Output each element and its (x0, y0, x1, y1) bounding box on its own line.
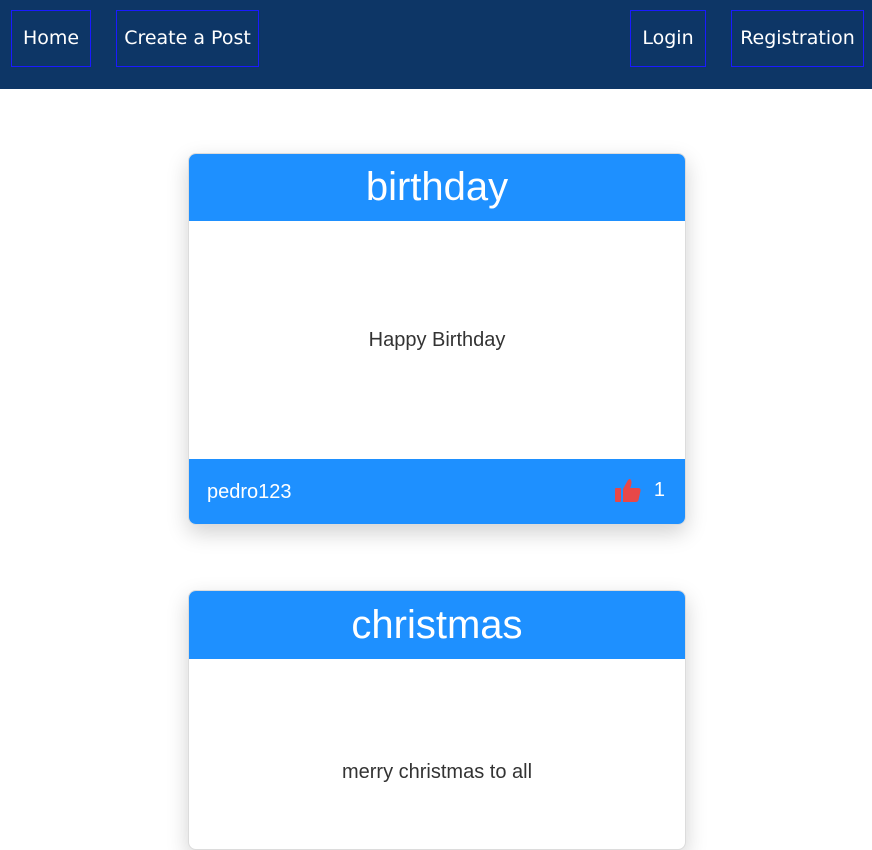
post-body-text: Happy Birthday (368, 328, 506, 351)
post-author: pedro123 (207, 481, 292, 503)
thumbs-up-icon[interactable] (614, 477, 642, 503)
nav-create-post-button[interactable]: Create a Post (116, 10, 259, 67)
top-navbar: Home Create a Post Login Registration (0, 0, 872, 89)
post-body-text: merry christmas to all (341, 760, 533, 783)
post-footer: pedro123 1 (189, 459, 685, 524)
post-body: merry christmas to all (189, 659, 685, 849)
post-card: christmas merry christmas to all (188, 590, 686, 850)
post-body: Happy Birthday (189, 221, 685, 459)
like-control: 1 (614, 477, 665, 503)
post-title: christmas (189, 591, 685, 659)
like-count: 1 (653, 478, 665, 501)
nav-login-button[interactable]: Login (630, 10, 706, 67)
post-title: birthday (189, 154, 685, 221)
post-card: birthday Happy Birthday pedro123 1 (188, 153, 686, 525)
nav-registration-button[interactable]: Registration (731, 10, 864, 67)
nav-home-button[interactable]: Home (11, 10, 91, 67)
